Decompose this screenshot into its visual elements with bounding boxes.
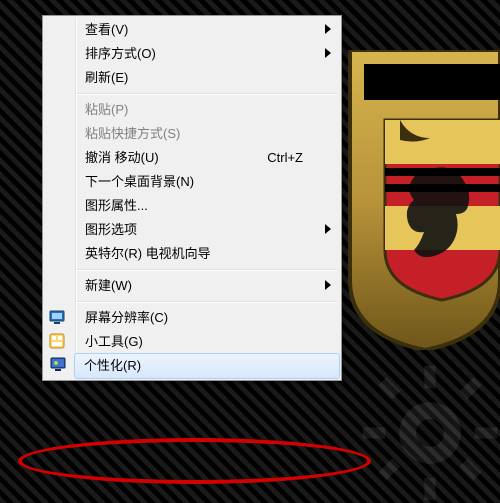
gadgets-icon <box>49 333 67 351</box>
menu-item-label: 屏幕分辨率(C) <box>85 310 168 325</box>
menu-item-label: 英特尔(R) 电视机向导 <box>85 246 211 261</box>
menu-item[interactable]: 图形属性... <box>75 194 339 218</box>
menu-item[interactable]: 撤消 移动(U) Ctrl+Z <box>75 146 339 170</box>
menu-item: 粘贴快捷方式(S) <box>75 122 339 146</box>
submenu-arrow-icon <box>325 42 331 66</box>
desktop-background: 查看(V) 排序方式(O) 刷新(E) 粘贴(P) 粘贴快捷方式(S) 撤消 移动(U) C… <box>0 0 500 503</box>
menu-item[interactable]: 刷新(E) <box>75 66 339 90</box>
menu-item-label: 小工具(G) <box>85 334 143 349</box>
menu-item[interactable]: 个性化(R) <box>74 353 340 379</box>
menu-item-label: 查看(V) <box>85 22 128 37</box>
highlight-ellipse <box>18 438 371 484</box>
menu-separator <box>77 93 337 95</box>
menu-item[interactable]: 排序方式(O) <box>75 42 339 66</box>
menu-item[interactable]: 查看(V) <box>75 18 339 42</box>
menu-item-label: 下一个桌面背景(N) <box>85 174 194 189</box>
menu-separator <box>77 301 337 303</box>
submenu-arrow-icon <box>325 18 331 42</box>
menu-item[interactable]: 屏幕分辨率(C) <box>75 306 339 330</box>
menu-item-label: 粘贴快捷方式(S) <box>85 126 180 141</box>
menu-separator <box>77 269 337 271</box>
menu-item[interactable]: 图形选项 <box>75 218 339 242</box>
personalize-icon <box>50 356 68 374</box>
menu-item-label: 图形属性... <box>85 198 148 213</box>
menu-item-label: 撤消 移动(U) <box>85 150 159 165</box>
menu-item: 粘贴(P) <box>75 98 339 122</box>
menu-item-label: 刷新(E) <box>85 70 128 85</box>
crest-logo <box>340 50 500 350</box>
menu-item-label: 排序方式(O) <box>85 46 156 61</box>
desktop-context-menu: 查看(V) 排序方式(O) 刷新(E) 粘贴(P) 粘贴快捷方式(S) 撤消 移动(U) C… <box>42 15 342 381</box>
menu-item[interactable]: 下一个桌面背景(N) <box>75 170 339 194</box>
menu-item-shortcut: Ctrl+Z <box>267 146 303 170</box>
menu-item-label: 图形选项 <box>85 222 137 237</box>
menu-item-label: 粘贴(P) <box>85 102 128 117</box>
watermark-gear-icon <box>360 363 500 503</box>
submenu-arrow-icon <box>325 218 331 242</box>
menu-item[interactable]: 新建(W) <box>75 274 339 298</box>
menu-item-label: 新建(W) <box>85 278 132 293</box>
resolution-icon <box>49 309 67 327</box>
menu-item-label: 个性化(R) <box>84 358 141 373</box>
submenu-arrow-icon <box>325 274 331 298</box>
menu-item[interactable]: 小工具(G) <box>75 330 339 354</box>
menu-item[interactable]: 英特尔(R) 电视机向导 <box>75 242 339 266</box>
